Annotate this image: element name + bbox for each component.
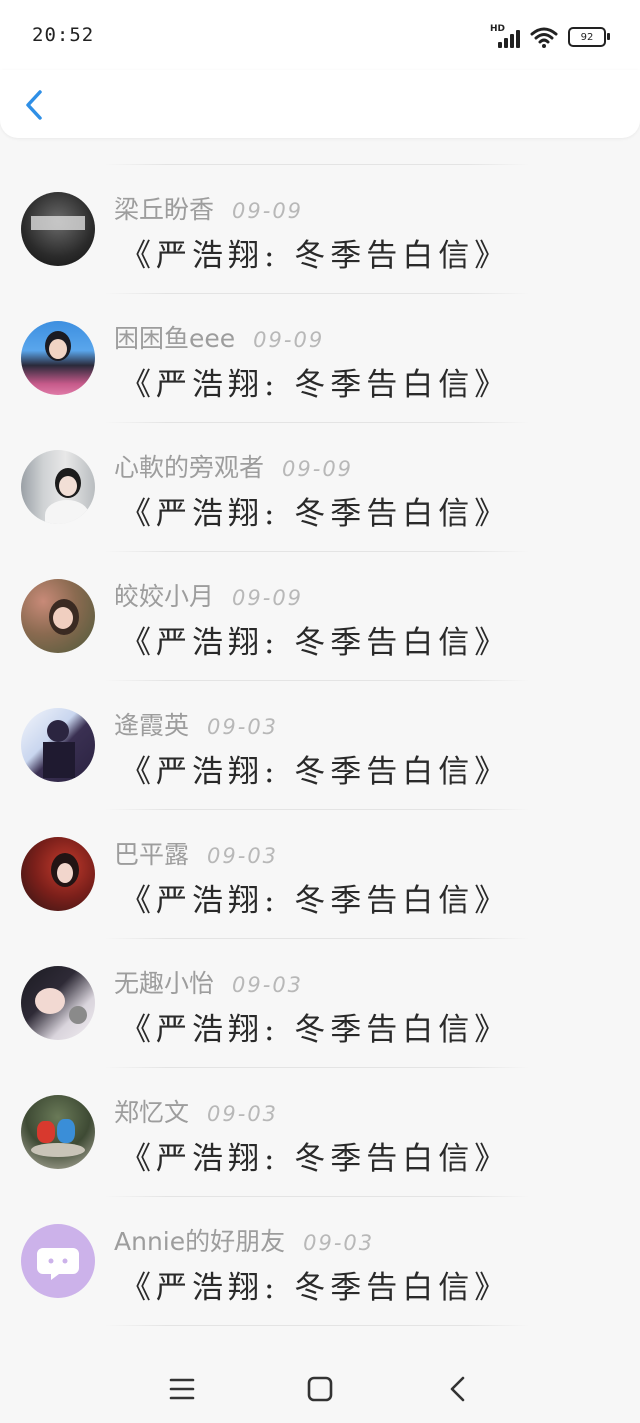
- back-button[interactable]: [18, 84, 54, 124]
- item-date: 09-03: [303, 1231, 375, 1255]
- avatar[interactable]: [21, 579, 95, 653]
- signal-icon: HD: [490, 24, 520, 48]
- divider: [104, 1067, 530, 1068]
- avatar[interactable]: [21, 192, 95, 266]
- menu-button[interactable]: [162, 1369, 202, 1409]
- avatar[interactable]: [21, 1224, 95, 1298]
- item-date: 09-09: [232, 586, 304, 610]
- home-square-icon: [307, 1376, 333, 1402]
- user-name[interactable]: Annie的好朋友: [114, 1227, 285, 1256]
- avatar[interactable]: [21, 321, 95, 395]
- item-meta: 皎姣小月 09-09: [114, 577, 303, 613]
- list-item[interactable]: 皎姣小月 09-09 《严浩翔: 冬季告白信》: [0, 551, 640, 680]
- list-item[interactable]: Annie的好朋友 09-03 《严浩翔: 冬季告白信》: [0, 1196, 640, 1325]
- item-date: 09-03: [207, 1102, 279, 1126]
- item-title[interactable]: 《严浩翔: 冬季告白信》: [120, 1262, 510, 1307]
- item-meta: 无趣小怡 09-03: [114, 964, 303, 1000]
- item-meta: 梁丘盼香 09-09: [114, 190, 303, 226]
- item-date: 09-09: [253, 328, 325, 352]
- item-date: 09-03: [207, 715, 279, 739]
- avatar[interactable]: [21, 837, 95, 911]
- nav-back-button[interactable]: [438, 1369, 478, 1409]
- item-title[interactable]: 《严浩翔: 冬季告白信》: [120, 488, 510, 533]
- item-meta: 巴平露 09-03: [114, 835, 278, 871]
- user-name[interactable]: 无趣小怡: [114, 969, 214, 998]
- list-item[interactable]: 巴平露 09-03 《严浩翔: 冬季告白信》: [0, 809, 640, 938]
- divider: [104, 293, 530, 294]
- user-name[interactable]: 逄霞英: [114, 711, 189, 740]
- battery-icon: 92: [568, 27, 610, 47]
- status-bar: 20:52 HD 92: [0, 0, 640, 70]
- item-meta: 郑忆文 09-03: [114, 1093, 278, 1129]
- battery-level: 92: [580, 31, 594, 43]
- item-meta: 逄霞英 09-03: [114, 706, 278, 742]
- message-list: 梁丘盼香 09-09 《严浩翔: 冬季告白信》 困困鱼eee 09-09 《严浩翔:…: [0, 164, 640, 1349]
- list-item[interactable]: 梁丘盼香 09-09 《严浩翔: 冬季告白信》: [0, 164, 640, 293]
- chevron-left-icon: [26, 90, 42, 120]
- avatar[interactable]: [21, 966, 95, 1040]
- item-title[interactable]: 《严浩翔: 冬季告白信》: [120, 230, 510, 275]
- wifi-icon: [530, 27, 558, 48]
- list-item[interactable]: 困困鱼eee 09-09 《严浩翔: 冬季告白信》: [0, 293, 640, 422]
- avatar[interactable]: [21, 708, 95, 782]
- list-item[interactable]: 郑忆文 09-03 《严浩翔: 冬季告白信》: [0, 1067, 640, 1196]
- header-bar: [0, 70, 640, 138]
- item-title[interactable]: 《严浩翔: 冬季告白信》: [120, 875, 510, 920]
- avatar[interactable]: [21, 450, 95, 524]
- status-time: 20:52: [32, 24, 95, 46]
- item-meta: 心軟的旁观者 09-09: [114, 448, 353, 484]
- list-item[interactable]: 无趣小怡 09-03 《严浩翔: 冬季告白信》: [0, 938, 640, 1067]
- list-item[interactable]: 心軟的旁观者 09-09 《严浩翔: 冬季告白信》: [0, 422, 640, 551]
- chat-bubble-icon: [37, 1248, 79, 1280]
- item-date: 09-09: [282, 457, 354, 481]
- home-button[interactable]: [300, 1369, 340, 1409]
- user-name[interactable]: 梁丘盼香: [114, 195, 214, 224]
- user-name[interactable]: 巴平露: [114, 840, 189, 869]
- divider: [104, 422, 530, 423]
- divider: [104, 680, 530, 681]
- user-name[interactable]: 郑忆文: [114, 1098, 189, 1127]
- item-title[interactable]: 《严浩翔: 冬季告白信》: [120, 746, 510, 791]
- item-date: 09-03: [207, 844, 279, 868]
- back-triangle-icon: [450, 1376, 465, 1402]
- item-date: 09-03: [232, 973, 304, 997]
- divider: [104, 1196, 530, 1197]
- list-item[interactable]: 逄霞英 09-03 《严浩翔: 冬季告白信》: [0, 680, 640, 809]
- divider: [104, 164, 530, 165]
- avatar[interactable]: [21, 1095, 95, 1169]
- divider: [104, 809, 530, 810]
- user-name[interactable]: 困困鱼eee: [114, 324, 235, 353]
- user-name[interactable]: 皎姣小月: [114, 582, 214, 611]
- divider: [104, 1325, 530, 1326]
- item-title[interactable]: 《严浩翔: 冬季告白信》: [120, 1133, 510, 1178]
- system-nav-bar: [0, 1345, 640, 1423]
- item-date: 09-09: [232, 199, 304, 223]
- item-meta: Annie的好朋友 09-03: [114, 1222, 374, 1258]
- status-icons: HD 92: [490, 24, 610, 50]
- divider: [104, 551, 530, 552]
- user-name[interactable]: 心軟的旁观者: [114, 453, 264, 482]
- item-title[interactable]: 《严浩翔: 冬季告白信》: [120, 1004, 510, 1049]
- item-meta: 困困鱼eee 09-09: [114, 319, 324, 355]
- divider: [104, 938, 530, 939]
- item-title[interactable]: 《严浩翔: 冬季告白信》: [120, 617, 510, 662]
- menu-icon: [169, 1378, 195, 1400]
- item-title[interactable]: 《严浩翔: 冬季告白信》: [120, 359, 510, 404]
